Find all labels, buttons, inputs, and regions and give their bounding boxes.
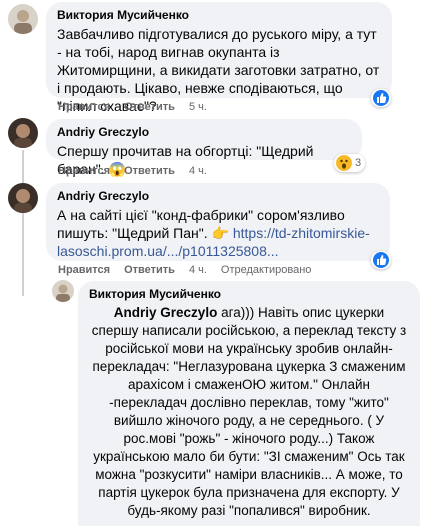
reply-button[interactable]: Ответить <box>124 165 175 177</box>
comment-bubble: Виктория Мусийченко Завбачливо підготува… <box>46 2 392 114</box>
avatar[interactable] <box>8 4 38 34</box>
reaction-badge[interactable]: 3 <box>334 154 366 172</box>
timestamp[interactable]: 5 ч. <box>189 101 207 113</box>
edited-label[interactable]: Отредактировано <box>221 264 312 276</box>
avatar[interactable] <box>8 183 38 213</box>
like-reaction-icon <box>373 252 389 268</box>
like-button[interactable]: Нравится <box>58 165 110 177</box>
reaction-badge[interactable] <box>371 251 391 269</box>
comment-bubble: Andriy Greczylo Спершу прочитав на обгор… <box>46 119 362 177</box>
like-button[interactable]: Нравится <box>58 101 110 113</box>
comment-bubble: Виктория Мусийченко Andriy Greczylo ага)… <box>78 281 420 526</box>
reaction-badge[interactable] <box>371 89 391 107</box>
timestamp[interactable]: 4 ч. <box>189 264 207 276</box>
like-reaction-icon <box>373 90 389 106</box>
comment-text: ага))) Навіть опис цукерки спершу написа… <box>91 305 410 518</box>
wow-reaction-icon <box>336 155 352 171</box>
timestamp[interactable]: 4 ч. <box>189 165 207 177</box>
comment-author[interactable]: Andriy Greczylo <box>57 125 351 140</box>
reply-button[interactable]: Ответить <box>124 101 175 113</box>
comment-author[interactable]: Виктория Мусийченко <box>57 8 381 23</box>
comment-actions: Нравится Ответить 5 ч. <box>58 100 221 114</box>
link-pointer-icon: 👉 <box>211 225 229 241</box>
mention-link[interactable]: Andriy Greczylo <box>114 305 218 320</box>
avatar[interactable] <box>52 280 74 302</box>
reaction-count: 3 <box>355 157 362 169</box>
reply-button[interactable]: Ответить <box>124 264 175 276</box>
comment-actions: Нравится Ответить 4 ч. <box>58 164 221 178</box>
comment-actions: Нравится Ответить 4 ч. Отредактировано <box>58 263 325 277</box>
comment-bubble: Andriy Greczylo А на сайті цієї "конд-фа… <box>46 183 390 261</box>
like-button[interactable]: Нравится <box>58 264 110 276</box>
avatar[interactable] <box>8 118 38 148</box>
thread-line <box>22 150 24 296</box>
comment-author[interactable]: Andriy Greczylo <box>57 189 379 204</box>
comment-author[interactable]: Виктория Мусийченко <box>89 287 409 302</box>
